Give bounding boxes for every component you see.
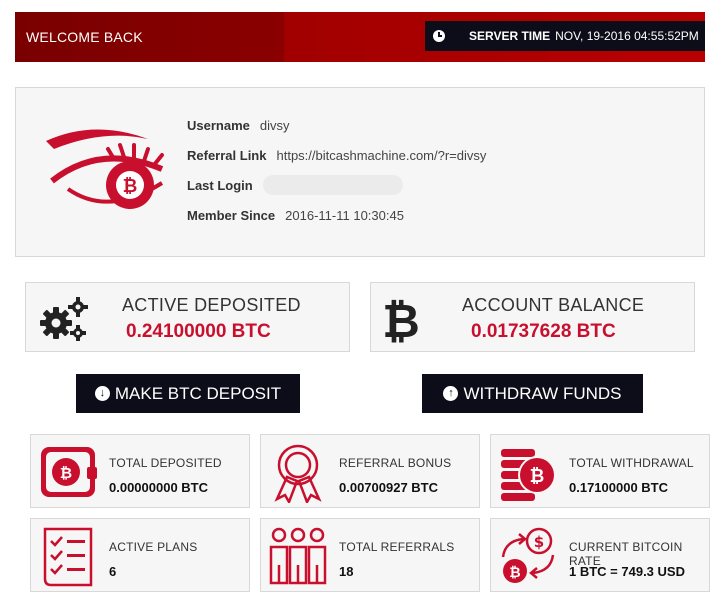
referral-bonus-title: REFERRAL BONUS xyxy=(339,456,452,470)
active-deposited-value: 0.24100000 BTC xyxy=(126,321,271,342)
current-bitcoin-rate-card: $ ₿ CURRENT BITCOIN RATE 1 BTC = 749.3 U… xyxy=(490,518,710,592)
referral-link-label: Referral Link xyxy=(187,147,267,163)
server-time-box: SERVER TIME NOV, 19-2016 04:55:52PM xyxy=(425,21,705,51)
active-deposited-panel: ACTIVE DEPOSITED 0.24100000 BTC xyxy=(25,282,350,352)
active-plans-card: ACTIVE PLANS 6 xyxy=(30,518,250,592)
clock-icon-box xyxy=(425,21,453,51)
wallet-icon: ₿ xyxy=(41,447,97,497)
total-deposited-title: TOTAL DEPOSITED xyxy=(109,456,222,470)
arrow-circle-up-icon: ↑ xyxy=(443,386,459,401)
last-login-row: Last Login xyxy=(187,170,486,200)
member-since-value: 2016-11-11 10:30:45 xyxy=(285,207,404,223)
svg-text:₿: ₿ xyxy=(60,464,72,482)
award-ribbon-icon xyxy=(274,444,322,503)
total-withdrawal-value: 0.17100000 BTC xyxy=(569,480,669,495)
referral-bonus-card: REFERRAL BONUS 0.00700927 BTC xyxy=(260,434,480,508)
people-group-icon xyxy=(269,527,327,585)
account-balance-panel: ₿ ACCOUNT BALANCE 0.01737628 BTC xyxy=(370,282,695,352)
username-value: divsy xyxy=(259,117,290,133)
svg-text:₿: ₿ xyxy=(530,466,545,487)
bitcoin-icon: ₿ xyxy=(383,295,419,343)
make-btc-deposit-button[interactable]: ↓ MAKE BTC DEPOSIT xyxy=(76,374,300,413)
coin-stack-icon: ₿ xyxy=(501,449,556,501)
active-plans-title: ACTIVE PLANS xyxy=(109,540,198,554)
svg-text:₿: ₿ xyxy=(383,295,419,343)
active-plans-value: 6 xyxy=(109,564,117,579)
total-referrals-card: TOTAL REFERRALS 18 xyxy=(260,518,480,592)
referral-bonus-value: 0.00700927 BTC xyxy=(339,480,439,495)
eye-bitcoin-logo: ₿ xyxy=(46,129,164,209)
checklist-icon xyxy=(43,527,93,587)
gears-icon xyxy=(40,297,88,341)
svg-text:$: $ xyxy=(534,533,544,551)
total-deposited-value: 0.00000000 BTC xyxy=(109,480,209,495)
last-login-label: Last Login xyxy=(187,177,253,193)
current-bitcoin-rate-value: 1 BTC = 749.3 USD xyxy=(569,564,685,579)
referral-link-value[interactable]: https://bitcashmachine.com/?r=divsy xyxy=(276,148,486,163)
referral-link-row: Referral Link https://bitcashmachine.com… xyxy=(187,140,486,170)
total-referrals-title: TOTAL REFERRALS xyxy=(339,540,455,554)
member-since-row: Member Since 2016-11-11 10:30:45 xyxy=(187,200,486,230)
server-time-label: SERVER TIME xyxy=(469,29,551,43)
total-referrals-value: 18 xyxy=(339,564,354,579)
last-login-value-redacted xyxy=(262,175,403,195)
svg-text:₿: ₿ xyxy=(509,565,520,581)
username-label: Username xyxy=(187,117,250,133)
username-row: Username divsy xyxy=(187,110,486,140)
withdraw-funds-label: WITHDRAW FUNDS xyxy=(463,383,622,403)
welcome-text: WELCOME BACK xyxy=(26,29,143,45)
account-balance-title: ACCOUNT BALANCE xyxy=(462,295,645,315)
make-btc-deposit-label: MAKE BTC DEPOSIT xyxy=(114,383,282,403)
member-since-label: Member Since xyxy=(187,207,276,223)
total-deposited-card: ₿ TOTAL DEPOSITED 0.00000000 BTC xyxy=(30,434,250,508)
total-withdrawal-card: ₿ TOTAL WITHDRAWAL 0.17100000 BTC xyxy=(490,434,710,508)
withdraw-funds-button[interactable]: ↑ WITHDRAW FUNDS xyxy=(422,374,643,413)
currency-exchange-icon: $ ₿ xyxy=(501,527,555,583)
server-time-value: NOV, 19-2016 04:55:52PM xyxy=(555,29,699,43)
active-deposited-title: ACTIVE DEPOSITED xyxy=(122,295,301,315)
profile-info: Username divsy Referral Link https://bit… xyxy=(187,110,486,230)
total-withdrawal-title: TOTAL WITHDRAWAL xyxy=(569,456,694,470)
profile-panel: ₿ Username divsy Referral Link https://b… xyxy=(15,87,705,257)
account-balance-value: 0.01737628 BTC xyxy=(471,321,616,342)
svg-text:₿: ₿ xyxy=(123,176,138,197)
arrow-circle-down-icon: ↓ xyxy=(94,386,110,401)
header-bar: WELCOME BACK SERVER TIME NOV, 19-2016 04… xyxy=(15,12,705,62)
clock-icon xyxy=(433,30,445,42)
